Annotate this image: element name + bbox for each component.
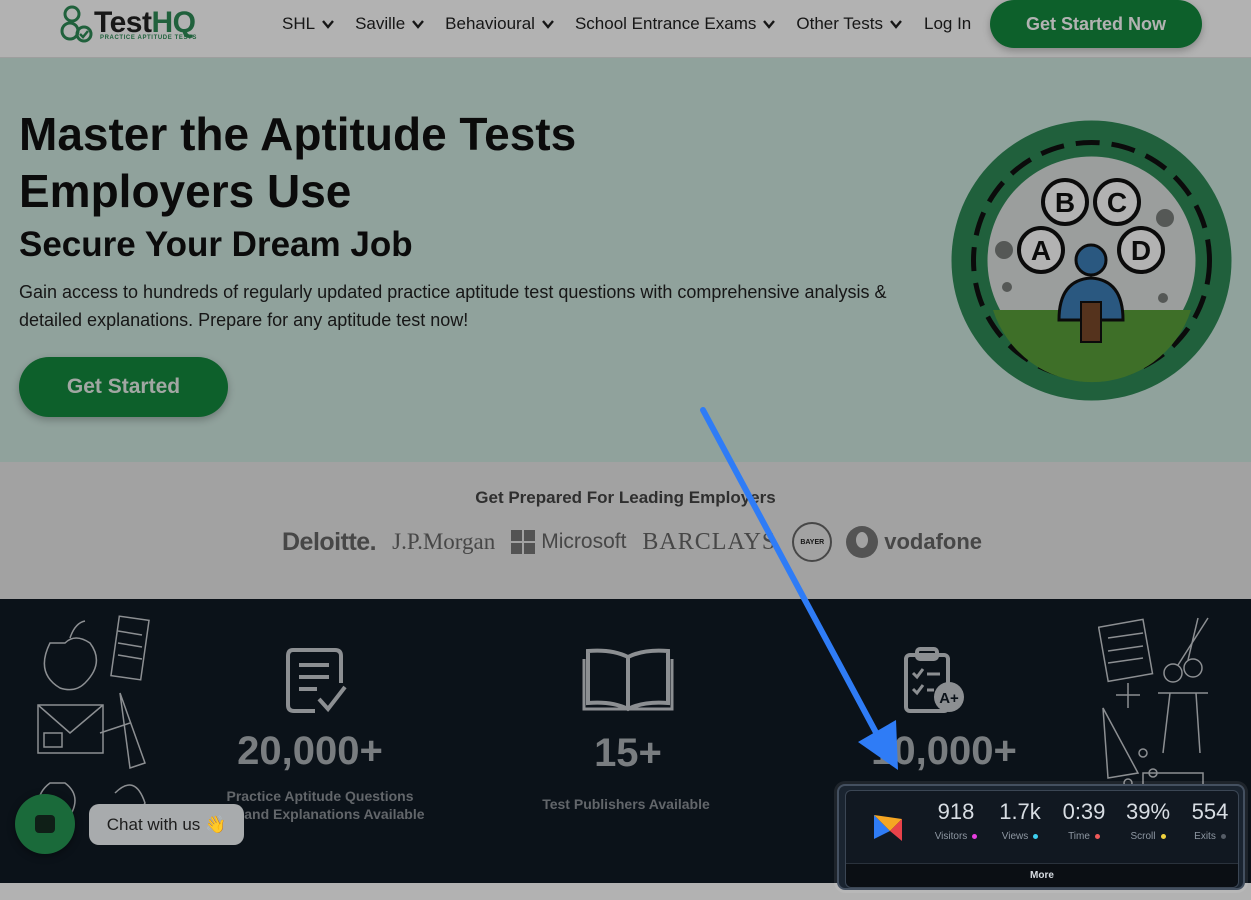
nav-item-school-entrance-exams[interactable]: School Entrance Exams [575, 14, 776, 34]
aptitude-badge-illustration: B C A D [951, 120, 1232, 401]
logo-tagline: PRACTICE APTITUDE TESTS [100, 35, 197, 41]
barclays-logo: BARCLAYS [642, 528, 777, 555]
open-book-icon [582, 648, 674, 712]
time-dot [1094, 834, 1100, 839]
chevron-down-icon [542, 20, 554, 29]
answer-option-b: B [1041, 178, 1089, 226]
microsoft-grid-icon [511, 530, 536, 554]
bayer-logo: BAYER [792, 522, 833, 562]
analytics-widget: 918 Visitors 1.7k Views 0:39 Time 39% Sc… [837, 784, 1245, 890]
stat-publishers-value: 15+ [594, 731, 662, 775]
get-started-now-button[interactable]: Get Started Now [990, 0, 1202, 48]
scroll-dot [1160, 834, 1166, 839]
get-started-button[interactable]: Get Started [19, 357, 228, 417]
exits-dot [1220, 834, 1226, 839]
metric-time[interactable]: 0:39 Time [1052, 799, 1116, 842]
visitors-dot [972, 834, 978, 839]
analytics-logo-icon[interactable] [872, 809, 906, 843]
svg-text:A: A [1031, 235, 1051, 266]
microsoft-logo: Microsoft [511, 530, 626, 554]
more-button[interactable]: More [846, 863, 1238, 887]
answer-option-a: A [1017, 226, 1065, 274]
top-navbar: TestHQ PRACTICE APTITUDE TESTS SHL Savil… [0, 0, 1251, 58]
chat-bubble-icon [35, 815, 55, 833]
deloitte-logo: Deloitte. [282, 527, 377, 556]
nav-item-behavioural[interactable]: Behavioural [445, 14, 555, 34]
stat-questions-value: 20,000+ [237, 729, 383, 773]
hero-description: Gain access to hundreds of regularly upd… [19, 282, 887, 330]
chevron-down-icon [763, 20, 776, 29]
chevron-down-icon [890, 20, 902, 29]
hero-title: Master the Aptitude Tests Employers Use [19, 108, 577, 217]
metric-exits[interactable]: 554 Exits [1178, 799, 1242, 842]
jpmorgan-logo: J.P.Morgan [392, 529, 496, 554]
metric-visitors[interactable]: 918 Visitors [924, 799, 988, 842]
chevron-down-icon [322, 20, 334, 29]
answer-option-c: C [1093, 178, 1141, 226]
employers-section: Get Prepared For Leading Employers Deloi… [0, 462, 1251, 599]
logo-mark-icon [60, 5, 93, 43]
svg-text:B: B [1055, 187, 1075, 218]
vodafone-logo: vodafone [846, 526, 982, 558]
chat-launcher-button[interactable] [15, 794, 75, 854]
clipboard-grade-icon: A+ [904, 647, 964, 713]
chevron-down-icon [412, 20, 425, 29]
views-dot [1033, 834, 1039, 839]
analytics-widget-panel: 918 Visitors 1.7k Views 0:39 Time 39% Sc… [845, 790, 1239, 888]
waving-hand-icon: 👋 [205, 814, 227, 834]
metric-scroll[interactable]: 39% Scroll [1116, 799, 1180, 842]
employer-logos: Deloitte. J.P.Morgan Microsoft BARCLAYS … [282, 520, 998, 564]
answer-option-d: D [1117, 226, 1165, 274]
hero-subtitle: Secure Your Dream Job [19, 225, 413, 264]
stat-users-value: 10,000+ [871, 729, 1017, 773]
testhq-logo[interactable]: TestHQ PRACTICE APTITUDE TESTS [60, 2, 210, 44]
nav-links: SHL Saville Behavioural School Entrance … [282, 14, 923, 34]
hero-section: Master the Aptitude Tests Employers Use … [0, 58, 1251, 462]
login-link[interactable]: Log In [924, 14, 971, 34]
employers-title: Get Prepared For Leading Employers [475, 488, 776, 507]
svg-text:C: C [1107, 187, 1127, 218]
nav-item-other-tests[interactable]: Other Tests [796, 14, 903, 34]
nav-item-saville[interactable]: Saville [355, 14, 425, 34]
stat-publishers-label: Test Publishers Available [542, 796, 710, 812]
nav-item-shl[interactable]: SHL [282, 14, 335, 34]
chat-with-us-button[interactable]: Chat with us 👋 [89, 804, 244, 845]
metric-views[interactable]: 1.7k Views [988, 799, 1052, 842]
svg-text:D: D [1131, 235, 1151, 266]
document-check-icon [286, 648, 347, 713]
svg-text:A+: A+ [939, 690, 959, 707]
vodafone-mark-icon [846, 526, 879, 558]
